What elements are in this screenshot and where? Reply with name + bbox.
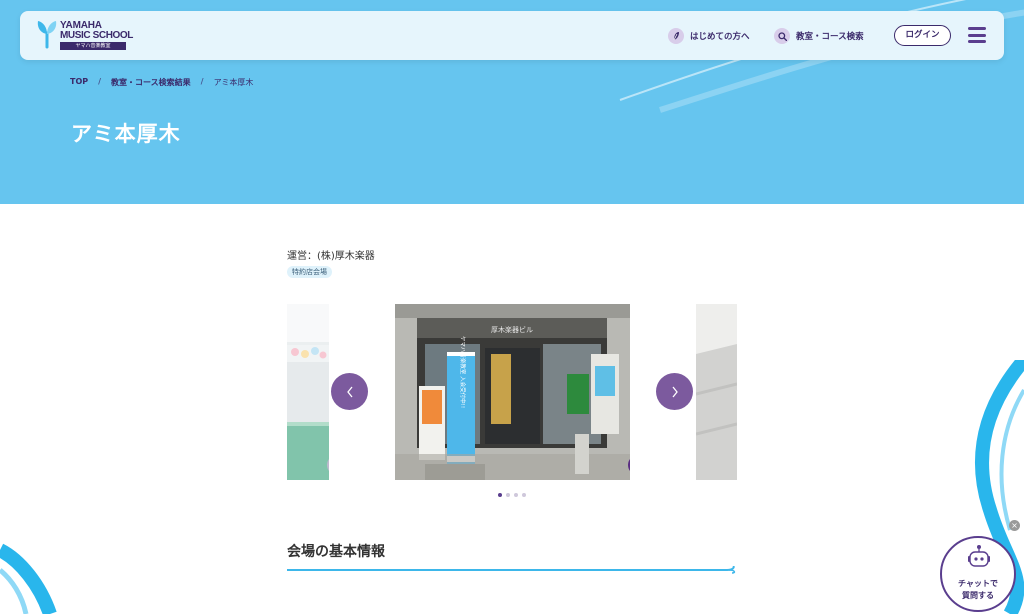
interior-photo [696,304,737,480]
sprout-logo-icon [37,21,57,49]
nav-search-link[interactable]: 教室・コース検索 [774,27,864,45]
carousel-slide-next[interactable] [696,304,737,480]
breadcrumb-separator: / [98,77,102,86]
logo-text-music-school: MUSIC SCHOOL [60,30,133,41]
carousel-prev-button[interactable] [331,373,368,410]
carousel-dot[interactable] [522,493,526,497]
chat-label-line1: チャットで [958,579,998,588]
classroom-photo [287,304,329,480]
banner-text: ヤマハ音楽教室 入会受付中!! [459,336,467,408]
sprout-leaf-icon [668,28,684,44]
breadcrumb-current: アミ本厚木 [213,78,254,87]
store-sign-text: 厚木楽器ビル [491,325,533,334]
chevron-right-icon [671,386,678,397]
nav-beginner-label: はじめての方へ [690,32,750,42]
yamaha-music-school-logo[interactable]: YAMAHA MUSIC SCHOOL ヤマハ音楽教室 [36,19,136,53]
carousel-slide-active[interactable]: 厚木楽器ビル ヤマハ音楽教室 入会受付中!! [395,304,630,480]
zoom-in-glyph [633,460,644,471]
breadcrumb-separator: / [200,77,204,86]
breadcrumb-search-results-link[interactable]: 教室・コース検索結果 [111,77,191,88]
page-title: アミ本厚木 [71,122,181,146]
storefront-photo: 厚木楽器ビル ヤマハ音楽教室 入会受付中!! [395,304,630,480]
section-title-basic-info: 会場の基本情報 [287,544,385,560]
chevron-left-icon [346,386,353,397]
breadcrumb: TOP / 教室・コース検索結果 / アミ本厚木 [70,77,253,88]
carousel-dot[interactable] [506,493,510,497]
chat-widget-button[interactable]: チャットで 質問する [940,536,1016,612]
site-header: YAMAHA MUSIC SCHOOL ヤマハ音楽教室 はじめての方へ 教室・コ… [20,11,1004,60]
carousel-pagination [498,493,526,497]
decorative-ribbon-left [0,543,57,614]
hamburger-menu-icon[interactable] [968,27,986,43]
carousel-dot[interactable] [498,493,502,497]
operator-text: 運営：(株)厚木楽器 [287,251,375,262]
dealer-venue-badge: 特約店会場 [287,266,332,278]
zoom-in-glyph [332,460,343,471]
chat-label-line2: 質問する [962,591,994,600]
chat-close-button[interactable]: × [1009,520,1020,531]
logo-subtitle: ヤマハ音楽教室 [60,42,126,50]
carousel-slide-previous[interactable] [287,304,329,480]
breadcrumb-top-link[interactable]: TOP [70,77,88,88]
carousel-next-button[interactable] [656,373,693,410]
robot-icon [968,545,990,567]
nav-beginner-link[interactable]: はじめての方へ [668,27,750,45]
carousel-dot[interactable] [514,493,518,497]
section-underline [287,566,736,574]
search-icon [774,28,790,44]
login-button[interactable]: ログイン [894,25,951,46]
nav-search-label: 教室・コース検索 [796,32,864,42]
